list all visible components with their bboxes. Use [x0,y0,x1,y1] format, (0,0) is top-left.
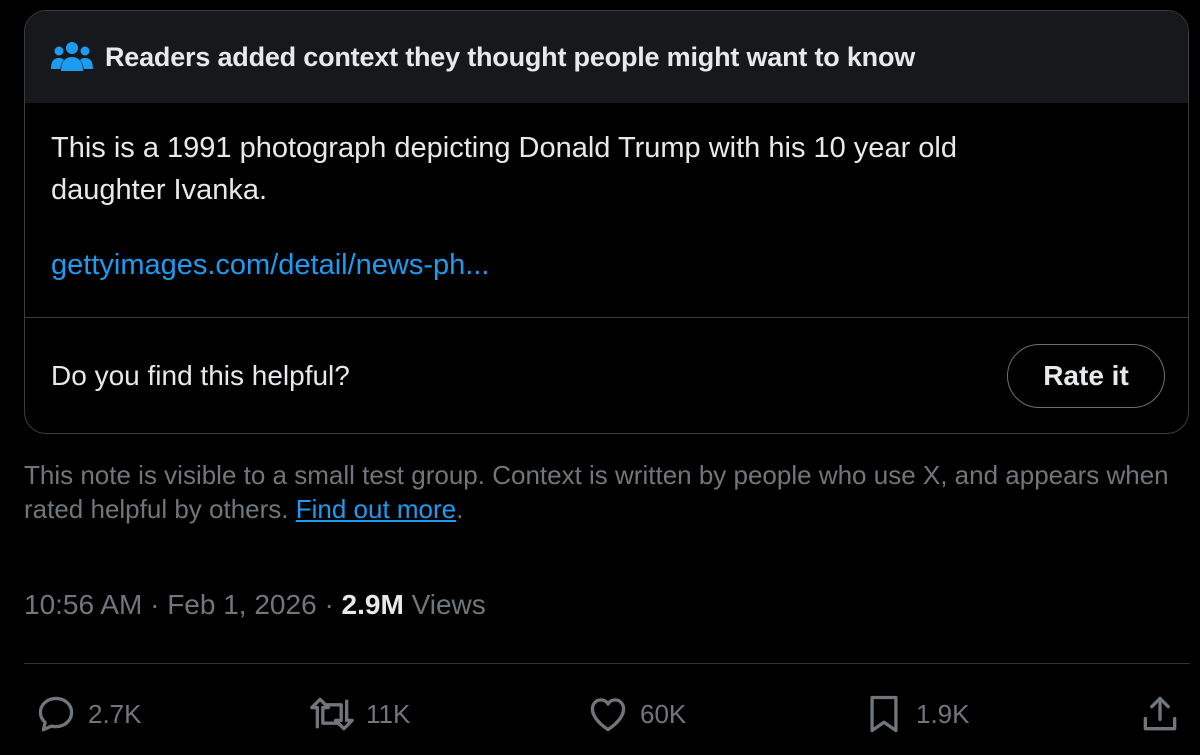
post-time[interactable]: 10:56 AM [24,589,142,620]
bookmark-count: 1.9K [916,698,970,729]
post-date[interactable]: Feb 1, 2026 [167,589,316,620]
meta-separator: · [150,589,160,620]
repost-button[interactable]: 11K [308,688,410,740]
views-label: Views [411,589,486,620]
repost-icon [310,697,354,731]
views-count: 2.9M [341,589,404,620]
note-header: Readers added context they thought peopl… [25,11,1188,103]
note-text: This is a 1991 photograph depicting Dona… [51,132,957,206]
like-button[interactable]: 60K [586,688,686,740]
helpful-question: Do you find this helpful? [51,360,350,391]
bookmark-button[interactable]: 1.9K [862,688,970,740]
action-bar: 2.7K 11K 60K 1.9K [0,688,1200,740]
disclaimer-text: This note is visible to a small test gro… [24,460,1169,524]
note-footer: Do you find this helpful? Rate it [25,318,1188,433]
repost-count: 11K [366,698,411,729]
bookmark-icon [870,695,898,733]
share-button[interactable] [1138,688,1182,740]
people-icon [51,42,93,71]
share-icon [1143,696,1177,731]
rate-it-button[interactable]: Rate it [1007,344,1165,408]
meta-separator: · [324,589,334,620]
reply-button[interactable]: 2.7K [34,688,142,740]
like-count: 60K [640,698,687,729]
heart-icon [590,698,626,732]
note-body: This is a 1991 photograph depicting Dona… [25,103,1188,317]
post-meta: 10:56 AM · Feb 1, 2026 · 2.9M Views [24,589,486,621]
note-disclaimer: This note is visible to a small test gro… [24,458,1184,526]
note-header-title: Readers added context they thought peopl… [105,41,916,72]
disclaimer-period: . [456,494,464,524]
reply-count: 2.7K [88,698,142,729]
community-note-card: Readers added context they thought peopl… [24,10,1189,434]
find-out-more-link[interactable]: Find out more [296,494,456,524]
reply-icon [38,696,74,732]
source-link[interactable]: gettyimages.com/detail/news-ph... [51,249,489,282]
actions-divider [24,663,1190,664]
